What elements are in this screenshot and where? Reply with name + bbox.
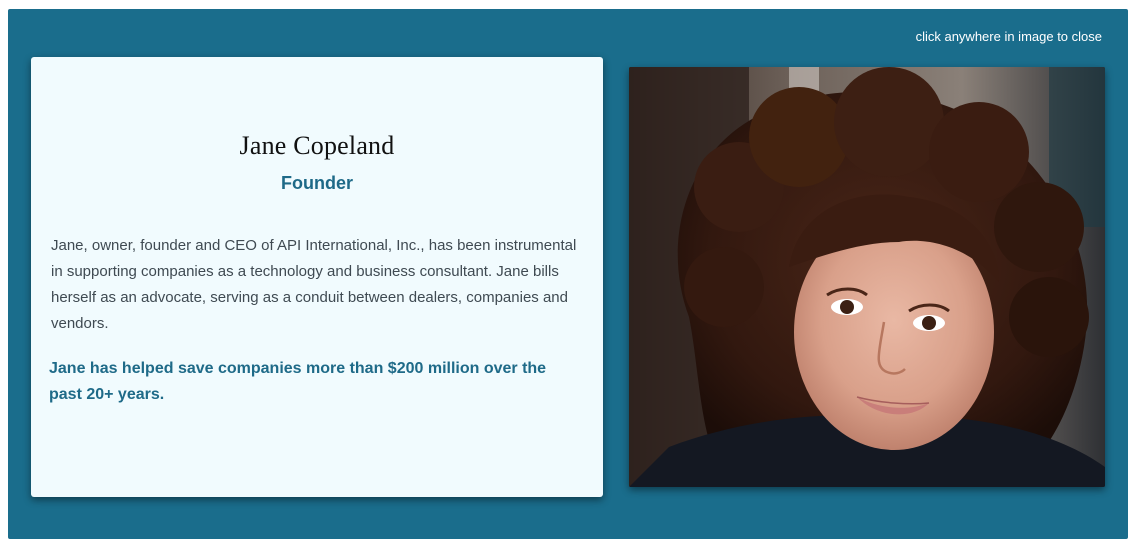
close-hint[interactable]: click anywhere in image to close	[916, 29, 1102, 45]
bio-name: Jane Copeland	[239, 131, 395, 160]
bio-card: Jane Copeland Founder Jane, owner, found…	[31, 57, 603, 497]
portrait-photo	[629, 67, 1105, 487]
bio-description: Jane, owner, founder and CEO of API Inte…	[51, 237, 577, 332]
bio-highlight: Jane has helped save companies more than…	[49, 360, 547, 403]
bio-modal-overlay[interactable]: click anywhere in image to close Jane Co…	[8, 9, 1128, 539]
bio-title: Founder	[281, 173, 353, 193]
